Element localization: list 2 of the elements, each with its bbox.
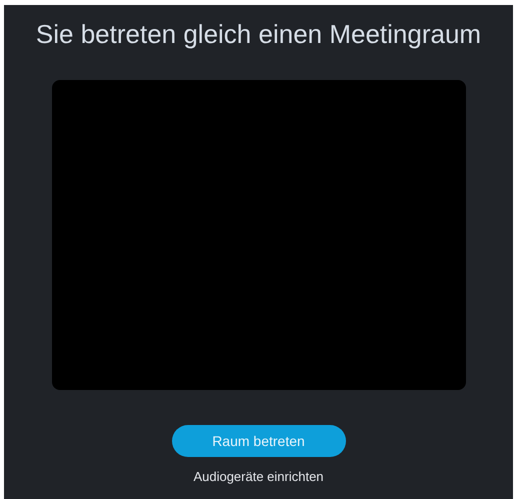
page-title: Sie betreten gleich einen Meetingraum [36, 18, 482, 51]
audio-setup-link[interactable]: Audiogeräte einrichten [189, 465, 328, 488]
